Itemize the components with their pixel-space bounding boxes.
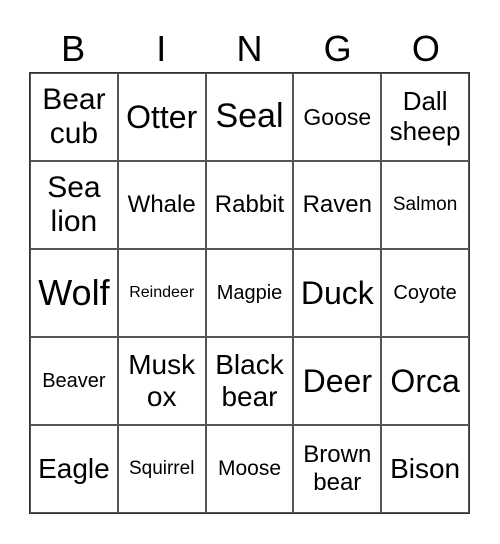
bingo-cell[interactable]: Raven — [293, 161, 382, 249]
bingo-cell[interactable]: Brown bear — [293, 425, 382, 513]
bingo-cell[interactable]: Sea lion — [30, 161, 118, 249]
bingo-cell[interactable]: Eagle — [30, 425, 118, 513]
bingo-cell[interactable]: Dall sheep — [381, 73, 469, 161]
header-letter-o: O — [411, 28, 440, 69]
bingo-cell[interactable]: Magpie — [205, 249, 294, 337]
bingo-cell[interactable]: Black bear — [205, 337, 294, 425]
bingo-cell[interactable]: Orca — [381, 337, 469, 425]
header-letter-i: I — [156, 28, 167, 69]
bingo-cell[interactable]: Goose — [293, 73, 382, 161]
bingo-cell[interactable]: Duck — [293, 249, 382, 337]
header-letter-g: G — [323, 28, 352, 69]
bingo-cell[interactable]: Bison — [381, 425, 469, 513]
bingo-cell[interactable]: Beaver — [30, 337, 118, 425]
header-letter-n: N — [236, 28, 263, 69]
bingo-cell[interactable]: Musk ox — [117, 337, 206, 425]
bingo-cell[interactable]: Bear cub — [30, 73, 118, 161]
bingo-cell[interactable]: Whale — [117, 161, 206, 249]
bingo-cell[interactable]: Moose — [205, 425, 294, 513]
bingo-cell[interactable]: Reindeer — [117, 249, 206, 337]
bingo-cell[interactable]: Deer — [293, 337, 382, 425]
bingo-cell[interactable]: Wolf — [30, 249, 118, 337]
bingo-cell[interactable]: Seal — [205, 73, 294, 161]
bingo-grid: Bear cub Otter Seal Goose Dall sheep Sea lion… — [29, 72, 470, 514]
bingo-cell[interactable]: Salmon — [381, 161, 469, 249]
header-letter-b: B — [61, 28, 86, 69]
bingo-cell[interactable]: Otter — [117, 73, 206, 161]
bingo-cell[interactable]: Squirrel — [117, 425, 206, 513]
bingo-header: B I N G O — [29, 26, 470, 72]
bingo-cell[interactable]: Coyote — [381, 249, 469, 337]
bingo-cell[interactable]: Rabbit — [205, 161, 294, 249]
